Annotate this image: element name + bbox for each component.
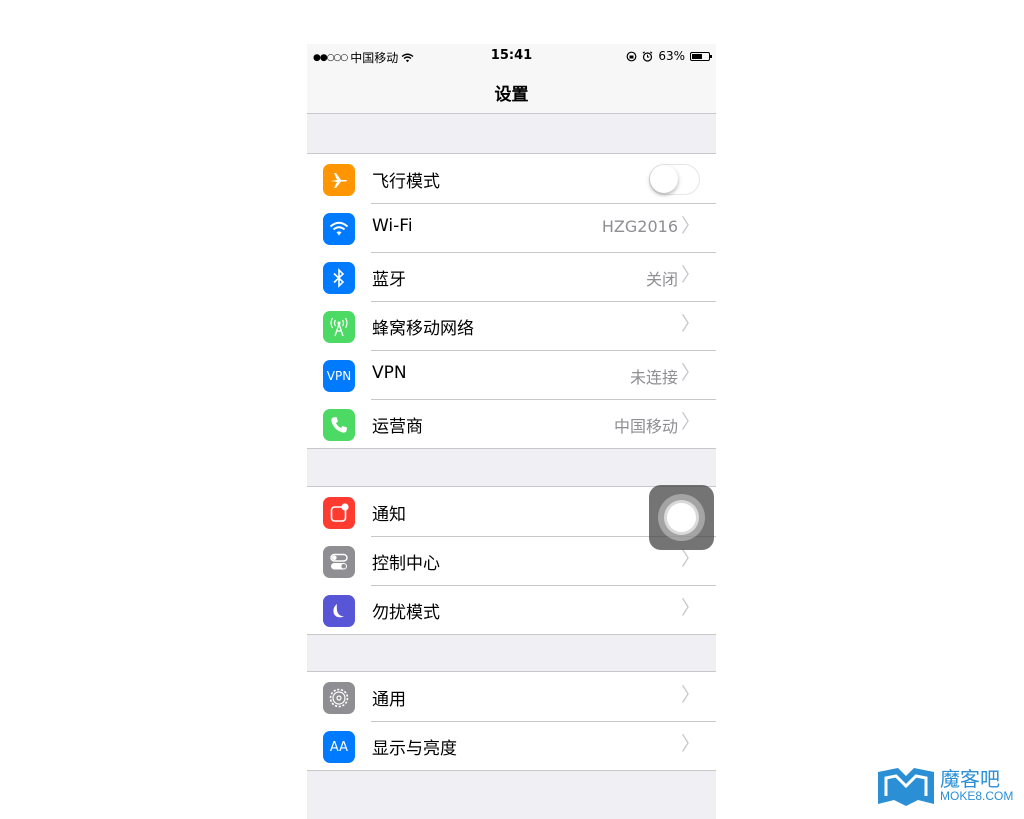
settings-row-cellular[interactable]: 蜂窝移动网络 〉 [307, 301, 716, 350]
cellular-icon [323, 311, 355, 343]
airplane-mode-label: 飞行模式 [372, 172, 440, 192]
moon-icon [323, 595, 355, 627]
chevron-right-icon: 〉 [680, 733, 700, 755]
do-not-disturb-label: 勿扰模式 [372, 603, 440, 623]
navigation-bar: 设置 [307, 68, 716, 114]
chevron-right-icon: 〉 [680, 264, 700, 286]
bluetooth-label: 蓝牙 [372, 270, 406, 290]
airplane-mode-toggle[interactable] [649, 164, 700, 195]
assistive-touch-button[interactable] [649, 485, 714, 550]
vpn-icon: VPN [323, 360, 355, 392]
moke8-logo-icon [878, 768, 934, 806]
settings-row-do-not-disturb[interactable]: 勿扰模式 〉 [307, 585, 716, 634]
bluetooth-status-value: 关闭 [645, 270, 678, 289]
chevron-right-icon: 〉 [680, 313, 700, 335]
chevron-right-icon: 〉 [680, 684, 700, 706]
settings-group-connectivity: 飞行模式 Wi-Fi HZG2016 〉 蓝牙 关闭 〉 蜂窝移动网络 〉 VP… [307, 153, 716, 449]
toggle-knob [650, 165, 678, 193]
battery-icon [690, 51, 712, 61]
page-title: 设置 [494, 85, 529, 105]
general-label: 通用 [372, 690, 406, 710]
display-icon: AA [323, 731, 355, 763]
carrier-value: 中国移动 [613, 417, 678, 436]
cellular-label: 蜂窝移动网络 [372, 319, 474, 339]
wifi-icon [323, 213, 355, 245]
chevron-right-icon: 〉 [680, 597, 700, 619]
settings-row-general[interactable]: 通用 〉 [307, 672, 716, 721]
display-brightness-label: 显示与亮度 [372, 739, 457, 759]
settings-screen: ●●○○○ 中国移动 15:41 63% 设置 飞行模式 Wi-Fi HZG20… [307, 44, 716, 819]
settings-row-carrier[interactable]: 运营商 中国移动 〉 [307, 399, 716, 448]
phone-icon [323, 409, 355, 441]
settings-row-wifi[interactable]: Wi-Fi HZG2016 〉 [307, 203, 716, 252]
control-center-icon [323, 546, 355, 578]
control-center-label: 控制中心 [372, 554, 440, 574]
settings-row-airplane-mode: 飞行模式 [307, 154, 716, 203]
settings-group-general: 通用 〉 AA 显示与亮度 〉 [307, 671, 716, 771]
vpn-label: VPN [372, 363, 407, 383]
rotation-lock-icon [626, 51, 637, 61]
notifications-icon [323, 497, 355, 529]
chevron-right-icon: 〉 [680, 548, 700, 570]
notifications-label: 通知 [372, 505, 406, 525]
bluetooth-icon [323, 262, 355, 294]
settings-row-display[interactable]: AA 显示与亮度 〉 [307, 721, 716, 770]
wifi-label: Wi-Fi [372, 216, 413, 236]
watermark-cn-text: 魔客吧 [940, 767, 1000, 792]
watermark: 魔客吧 MOKE8.COM [876, 766, 1013, 806]
status-bar: ●●○○○ 中国移动 15:41 63% [307, 44, 716, 68]
gear-icon [323, 682, 355, 714]
carrier-label: 运营商 [372, 417, 423, 437]
settings-row-vpn[interactable]: VPN VPN 未连接 〉 [307, 350, 716, 399]
vpn-status-value: 未连接 [629, 368, 678, 387]
alarm-icon [642, 50, 653, 62]
battery-percentage: 63% [658, 49, 685, 63]
wifi-network-value: HZG2016 [601, 217, 678, 236]
chevron-right-icon: 〉 [680, 411, 700, 433]
airplane-icon [323, 164, 355, 196]
settings-row-bluetooth[interactable]: 蓝牙 关闭 〉 [307, 252, 716, 301]
chevron-right-icon: 〉 [680, 215, 700, 237]
chevron-right-icon: 〉 [680, 362, 700, 384]
watermark-en-text: MOKE8.COM [940, 789, 1014, 804]
